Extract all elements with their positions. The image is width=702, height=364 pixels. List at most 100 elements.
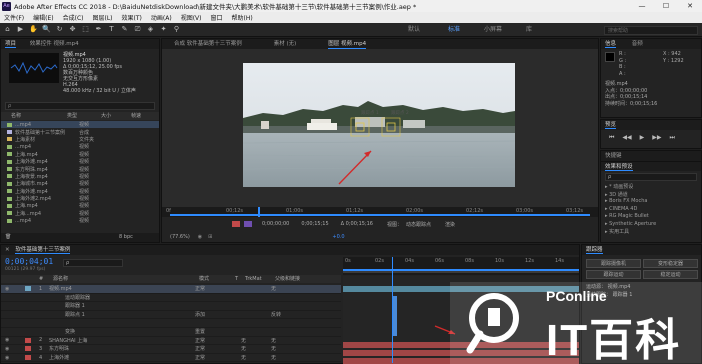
effects-category[interactable]: ▸ CINEMA 4D	[605, 205, 701, 212]
project-list-item[interactable]: 上海外滩2.mp4 视频	[1, 195, 159, 202]
hand-tool-icon[interactable]: ✋	[28, 24, 39, 35]
timeline-playhead[interactable]	[392, 257, 393, 363]
col-mode[interactable]: 模式	[199, 275, 235, 283]
layer-name[interactable]: 运动跟踪器	[49, 294, 195, 301]
menu-edit[interactable]: 编辑(E)	[33, 13, 53, 22]
layer-parent[interactable]: 无	[271, 354, 276, 361]
effects-category[interactable]: ▸ * 动画预设	[605, 183, 701, 190]
menu-effect[interactable]: 效果(T)	[122, 13, 142, 22]
minimize-button[interactable]: —	[630, 0, 654, 12]
column-size[interactable]: 大小	[101, 112, 131, 120]
project-list-item[interactable]: 上海...mp4 视频	[1, 210, 159, 217]
menu-help[interactable]: 帮助(H)	[232, 13, 253, 22]
layer-mode[interactable]: 重置	[195, 328, 241, 335]
tab-layer[interactable]: 图层 视频.mp4	[328, 39, 367, 49]
camera-tool-icon[interactable]: ✥	[67, 24, 78, 35]
stabilize-motion-button[interactable]: 稳定运动	[643, 270, 698, 279]
prev-frame-icon[interactable]: ◀◀	[622, 134, 631, 142]
layer-label-chip[interactable]	[25, 337, 31, 343]
work-area-bar[interactable]	[170, 214, 590, 216]
layer-name[interactable]: 跟踪器 1	[49, 302, 195, 309]
layer-label-chip[interactable]	[25, 295, 31, 300]
puppet-tool-icon[interactable]: ⚲	[171, 24, 182, 35]
column-name[interactable]: 名称	[1, 112, 67, 120]
layer-row[interactable]: 跟踪点 1 添加 反转	[1, 311, 341, 320]
bit-depth[interactable]: 8 bpc	[119, 233, 133, 242]
project-list-item[interactable]: 上海外滩.mp4 视频	[1, 158, 159, 165]
current-timecode[interactable]: 0;00;04;01	[5, 257, 53, 266]
close-icon[interactable]: ✕	[5, 247, 10, 253]
effects-search-input[interactable]: ρ	[605, 173, 697, 181]
trash-icon[interactable]: 🗑	[5, 234, 11, 240]
layer-row[interactable]: 运动跟踪器	[1, 294, 341, 303]
menu-file[interactable]: 文件(F)	[4, 13, 24, 22]
layer-name[interactable]: SHANGHAI 上海	[49, 337, 195, 344]
grid-icon[interactable]: ⊞	[208, 234, 212, 240]
tab-info[interactable]: 信息	[605, 41, 617, 48]
project-list-item[interactable]: 东方明珠.mp4 视频	[1, 165, 159, 173]
out-point-marker[interactable]	[244, 221, 252, 227]
layer-row[interactable]: ◉ 2 SHANGHAI 上海 正常无无	[1, 337, 341, 346]
roto-brush-tool-icon[interactable]: ✦	[158, 24, 169, 35]
next-frame-icon[interactable]: ▶▶	[652, 134, 661, 142]
render-checkbox[interactable]: 渲染	[445, 221, 455, 228]
layer-trkmat[interactable]: 无	[241, 337, 271, 344]
warp-stabilizer-button[interactable]: 变形稳定器	[643, 259, 698, 268]
visibility-eye-icon[interactable]: ◉	[1, 286, 25, 292]
tab-shortcuts[interactable]: 快捷键	[605, 153, 622, 159]
close-button[interactable]: ✕	[678, 0, 702, 12]
tab-timeline-comp[interactable]: 软件基础第十三节案例	[15, 247, 71, 254]
project-list-item[interactable]: 上海外滩.mp4 视频	[1, 188, 159, 195]
view-dropdown[interactable]: 动态跟踪点	[406, 221, 431, 228]
layer-parent[interactable]: 无	[271, 337, 276, 344]
zoom-tool-icon[interactable]: 🔍	[41, 24, 52, 35]
rectangle-tool-icon[interactable]: ⬚	[80, 24, 91, 35]
layer-name[interactable]: 上海外滩	[49, 354, 195, 361]
layer-name[interactable]: 跟踪点 1	[49, 311, 195, 318]
eraser-tool-icon[interactable]: ◈	[145, 24, 156, 35]
layer-parent[interactable]: 反转	[271, 311, 281, 318]
project-list-item[interactable]: 上海城市.mp4 视频	[1, 180, 159, 187]
home-icon[interactable]: ⌂	[2, 24, 13, 35]
layer-row[interactable]: 变换 重置	[1, 328, 341, 337]
layer-label-chip[interactable]	[25, 321, 31, 326]
effects-category[interactable]: ▸ 3D 通道	[605, 190, 701, 198]
type-tool-icon[interactable]: T	[106, 24, 117, 35]
zoom-dropdown[interactable]: (77.6%)	[170, 234, 190, 240]
layer-label-chip[interactable]	[25, 346, 31, 352]
layer-mode[interactable]: 正常	[195, 354, 241, 361]
menu-composition[interactable]: 合成(C)	[63, 13, 84, 22]
viewer-canvas[interactable]: 跟踪点 1 跟踪点 2	[162, 49, 598, 207]
video-frame[interactable]: 跟踪点 1 跟踪点 2	[243, 63, 515, 187]
track-motion-button[interactable]: 跟踪运动	[586, 270, 641, 279]
tab-footage[interactable]: 素材 (无)	[274, 39, 297, 49]
layer-row[interactable]	[1, 319, 341, 328]
last-frame-icon[interactable]: ⏭	[670, 134, 675, 142]
maximize-button[interactable]: ☐	[654, 0, 678, 12]
first-frame-icon[interactable]: ⏮	[609, 134, 614, 142]
column-type[interactable]: 类型	[67, 112, 101, 120]
work-area-range[interactable]	[343, 269, 579, 271]
brush-tool-icon[interactable]: ✎	[119, 24, 130, 35]
timecode-in[interactable]: 0;00;00;00	[262, 221, 289, 227]
col-trkmat[interactable]: TrkMat	[245, 275, 275, 283]
layer-row[interactable]: ◉ 1 视频.mp4 正常 无	[1, 285, 341, 294]
effects-category[interactable]: ▸ Boris FX Mocha	[605, 198, 701, 205]
tab-effect-controls[interactable]: 效果控件 视频.mp4	[30, 41, 79, 47]
rotate-tool-icon[interactable]: ↻	[54, 24, 65, 35]
playhead[interactable]	[258, 207, 260, 217]
project-list-item[interactable]: 上海.mp4 视频	[1, 202, 159, 209]
layer-row[interactable]: 跟踪器 1	[1, 302, 341, 311]
pen-tool-icon[interactable]: ✒	[93, 24, 104, 35]
project-list-item[interactable]: 上海.mp4 视频	[1, 151, 159, 158]
project-search-input[interactable]: ρ	[5, 102, 155, 110]
layer-parent[interactable]: 无	[271, 285, 276, 292]
clone-stamp-tool-icon[interactable]: ⎚	[132, 24, 143, 35]
tab-project[interactable]: 项目	[5, 41, 17, 48]
workspace-standard[interactable]: 标准	[448, 23, 460, 37]
menu-layer[interactable]: 图层(L)	[93, 13, 113, 22]
layer-name[interactable]: 变换	[49, 328, 195, 335]
workspace-default[interactable]: 默认	[408, 23, 420, 37]
layer-parent[interactable]: 无	[271, 345, 276, 352]
layer-label-chip[interactable]	[25, 355, 31, 361]
